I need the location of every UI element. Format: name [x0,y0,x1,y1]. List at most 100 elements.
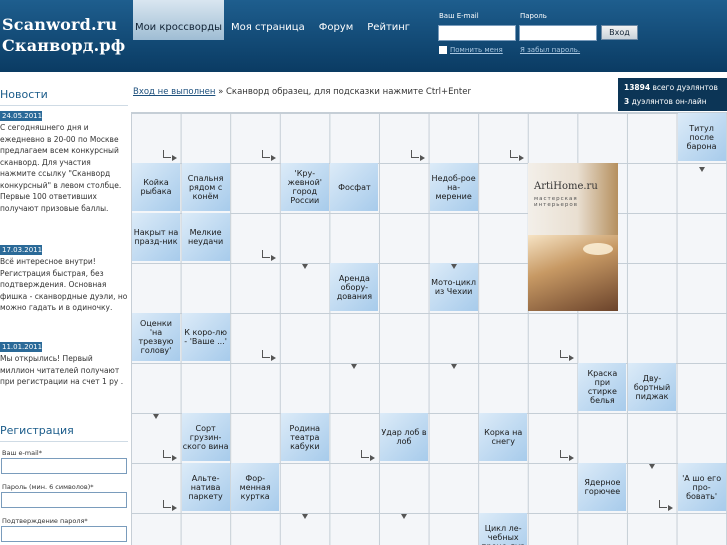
nav-rating[interactable]: Рейтинг [360,0,417,40]
login-email-label: Ваш E-mail [439,12,479,20]
logo-line-2: Сканворд.рф [2,36,126,55]
reg-email-label: Ваш e-mail* [2,449,42,457]
arrow-down-icon [153,414,159,419]
login-email-input[interactable] [438,25,516,41]
clue-cell[interactable]: Аренда обору-дования [330,263,379,311]
arrow-right-icon [172,455,177,461]
clue-cell[interactable]: 'А шо его про-бовать' [677,463,726,511]
arrow-right-icon [271,255,277,261]
arrow-down-icon [301,264,308,269]
bent-arrow-icon [510,150,519,158]
login-password-input[interactable] [519,25,597,41]
ad-tagline: мастерская интерьеров [534,196,578,208]
news-heading: Новости [0,88,48,101]
reg-email-input[interactable] [1,458,127,474]
news-date: 24.05.2011 [0,111,43,121]
clue-cell[interactable]: Краска при стирке белья [578,363,627,411]
news-text: Мы открылись! Первый миллион читателей п… [0,354,124,386]
clue-cell[interactable]: Ядерное горючее [578,463,627,511]
bent-arrow-icon [262,350,271,358]
site-logo[interactable]: Scanword.ru Сканворд.рф [2,14,125,56]
clue-cell[interactable]: Альте-натива паркету [181,463,230,511]
sidebar: Новости 24.05.2011 С сегодняшнего дня и … [0,72,130,545]
clue-cell[interactable]: Титул после барона [677,113,726,161]
clue-cell[interactable]: 'Кру-жевной' город России [280,163,329,211]
divider [0,441,128,442]
clue-cell[interactable]: Мото-цикл из Чехии [429,263,478,311]
site-header: Scanword.ru Сканворд.рф Мои кроссворды М… [0,0,727,72]
bent-arrow-icon [411,150,419,158]
reg-confirm-input[interactable] [1,526,127,542]
logo-line-1: Scanword.ru [2,15,118,34]
bent-arrow-icon [262,150,271,158]
duel-stats: 13894 всего дуэлянтов 3 дуэлянтов он-лай… [618,78,727,111]
arrow-right-icon [519,155,525,161]
bent-arrow-icon [163,150,171,158]
clue-cell[interactable]: Сорт грузин-ского вина [181,413,230,461]
breadcrumb: Вход не выполнен » Сканворд образец, для… [133,87,471,97]
stats-online: 3 дуэлянтов он-лайн [624,95,727,109]
nav-forum[interactable]: Форум [312,0,361,40]
ad-logo: ArtiHome.ru [534,181,598,192]
reg-password-input[interactable] [1,492,127,508]
forgot-password-link[interactable]: Я забыл пароль. [520,46,580,54]
clue-cell[interactable]: Фор-менная куртка [231,463,280,511]
breadcrumb-separator: » [215,87,226,97]
arrow-right-icon [370,455,376,461]
arrow-right-icon [172,155,177,161]
login-button[interactable]: Вход [601,25,638,40]
arrow-down-icon [450,264,457,269]
clue-cell[interactable]: Фосфат [330,163,379,211]
login-password-label: Пароль [520,12,547,20]
arrow-down-icon [698,166,705,172]
arrow-right-icon [172,505,177,511]
bent-arrow-icon [559,350,568,358]
arrow-right-icon [420,155,425,161]
arrow-right-icon [568,355,574,361]
reg-confirm-label: Подтверждение пароля* [2,517,88,525]
bent-arrow-icon [163,500,171,508]
clue-cell[interactable]: Корка на снегу [479,413,528,461]
clue-cell[interactable]: Недоб-рое на-мерение [429,163,478,211]
clue-cell[interactable]: Накрыт на празд-ник [132,213,180,261]
top-navigation: Мои кроссворды Моя страница Форум Рейтин… [133,0,417,40]
registration-heading: Регистрация [0,424,74,437]
bent-arrow-icon [262,250,271,258]
arrow-down-icon [649,464,655,469]
nav-my-page[interactable]: Моя страница [224,0,312,40]
remember-me-checkbox[interactable] [439,46,447,54]
clue-cell[interactable]: К коро-лю - 'Ваше ...' [181,313,230,361]
news-date: 11.01.2011 [0,342,43,352]
arrow-right-icon [271,155,277,161]
online-duelists-label: дуэлянтов он-лайн [629,97,707,106]
clue-cell[interactable]: Оценки 'на трезвую голову' [132,313,180,361]
total-duelists-count: 13894 [624,83,651,92]
news-text: С сегодняшнего дня и ежедневно в 20-00 п… [0,123,122,213]
news-text: Всё интересное внутри! Регистрация быстр… [0,257,128,312]
total-duelists-label: всего дуэлянтов [650,83,718,92]
clue-cell[interactable]: Койка рыбака [132,163,180,211]
arrow-down-icon [351,364,358,369]
bent-arrow-icon [163,450,171,458]
clue-cell[interactable]: Удар лоб в лоб [380,413,428,461]
reg-password-label: Пароль (мин. 6 символов)* [2,483,94,491]
clue-cell[interactable]: Родина театра кабуки [280,413,329,461]
arrow-right-icon [271,355,277,361]
arrow-down-icon [450,364,457,369]
clue-cell[interactable]: Мелкие неудачи [181,213,230,261]
login-status-link[interactable]: Вход не выполнен [133,87,215,97]
bent-arrow-icon [559,450,568,458]
arrow-right-icon [668,505,673,511]
divider [0,105,128,106]
clue-cell[interactable]: Цикл ле-чебных проце-дур [479,513,528,545]
remember-me-label[interactable]: Помнить меня [450,46,503,54]
nav-my-crosswords[interactable]: Мои кроссворды [133,0,224,40]
news-date: 17.03.2011 [0,245,43,255]
artihome-ad-banner[interactable]: ArtiHome.ru мастерская интерьеров [528,163,618,311]
arrow-right-icon [568,455,574,461]
bent-arrow-icon [659,500,667,508]
clue-cell[interactable]: Спальня рядом с конём [181,163,230,211]
clue-cell[interactable]: Дву-бортный пиджак [628,363,676,411]
arrow-down-icon [401,514,407,519]
arrow-down-icon [301,514,308,519]
